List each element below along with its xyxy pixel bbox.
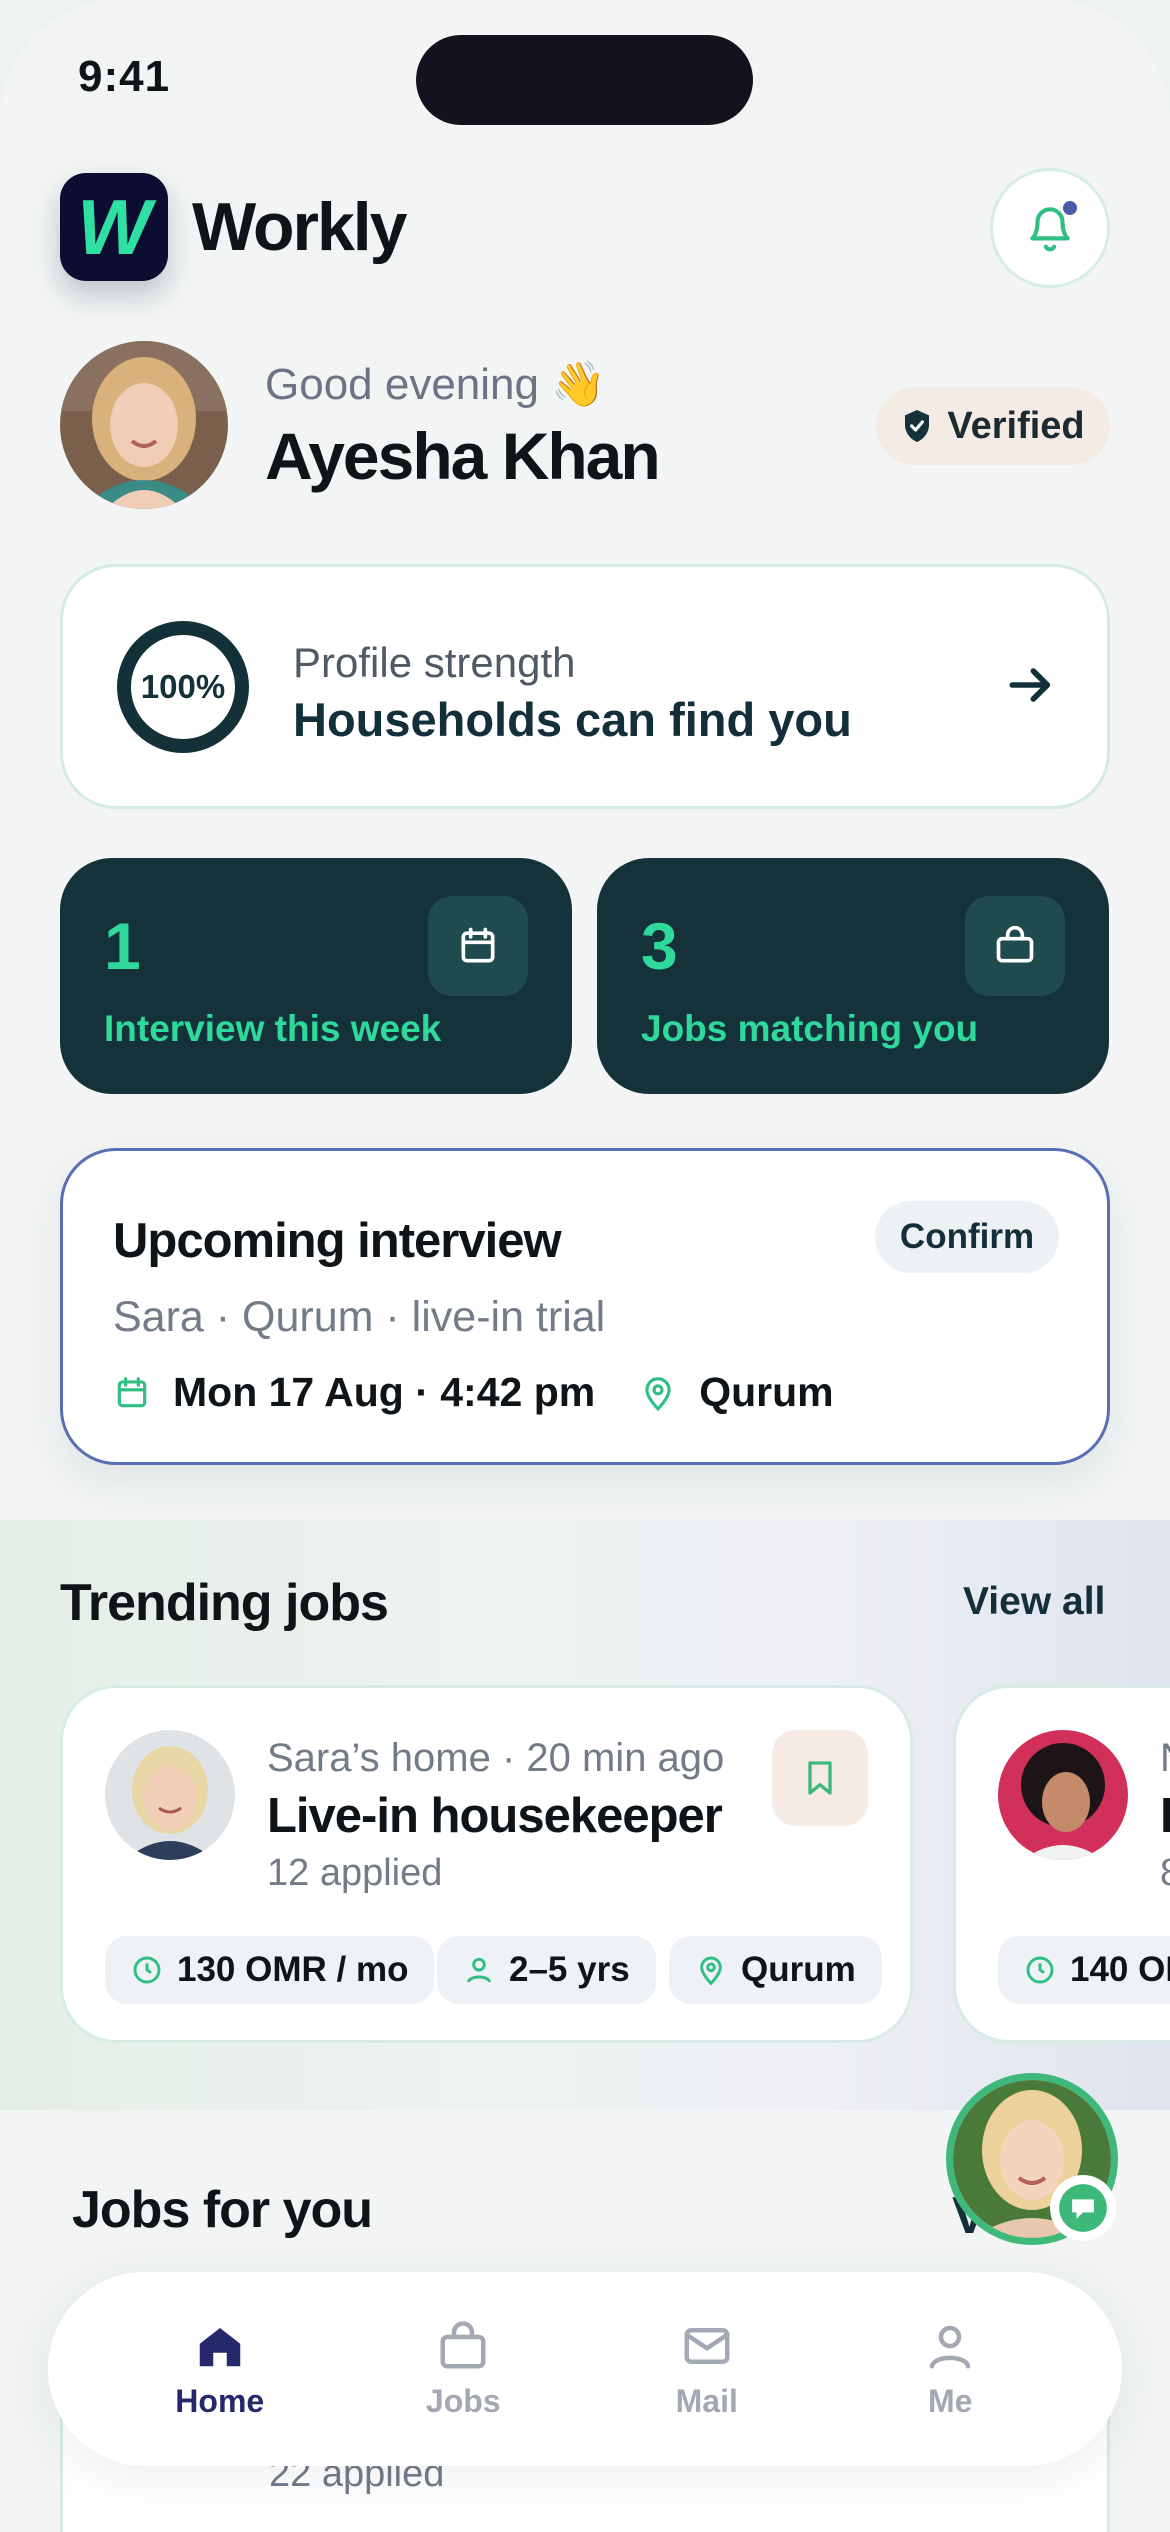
tab-label: Me — [928, 2382, 973, 2419]
employer-avatar — [105, 1730, 235, 1860]
tab-label: Jobs — [425, 2382, 501, 2419]
briefcase-icon — [965, 896, 1065, 996]
tab-label: Mail — [675, 2382, 738, 2419]
phone-screen: 9:41 W Workly Good evening 👋 Ayesha Khan… — [0, 0, 1170, 2532]
arrow-right-icon — [1009, 668, 1051, 702]
home-icon — [199, 2327, 240, 2366]
employer-avatar — [998, 1730, 1128, 1860]
app-name: Workly — [192, 189, 407, 265]
person-icon — [466, 1957, 492, 1983]
status-time: 9:41 — [78, 52, 171, 101]
greeting-text: Good evening 👋 — [265, 360, 606, 409]
jobs-for-you-title: Jobs for you — [72, 2181, 373, 2239]
interview-meta: Mon 17 Aug · 4:42 pm Qurum — [113, 1369, 834, 1416]
briefcase-icon — [440, 2320, 486, 2368]
tab-jobs[interactable]: Jobs — [363, 2319, 563, 2420]
profile-strength-card[interactable]: 100% Profile strength Households can fin… — [60, 564, 1110, 809]
salary-text: 140 OM — [1070, 1950, 1170, 1989]
interview-location: Qurum — [639, 1369, 834, 1416]
interview-datetime-text: Mon 17 Aug · 4:42 pm — [173, 1369, 596, 1415]
location-text: Qurum — [741, 1950, 856, 1989]
trending-title: Trending jobs — [60, 1574, 389, 1632]
clock-icon — [133, 1956, 161, 1984]
user-name: Ayesha Khan — [265, 419, 661, 493]
clock-icon — [1026, 1956, 1054, 1984]
job-title: Live-in housekeeper — [267, 1789, 723, 1843]
stat-card-interviews[interactable]: 1 Interview this week — [60, 858, 572, 1094]
location-pin-icon — [645, 1376, 671, 1411]
shield-check-icon — [905, 410, 930, 442]
job-applied-count: 8 — [1160, 1852, 1170, 1895]
job-card[interactable]: Sara’s home · 20 min ago Live-in houseke… — [60, 1685, 913, 2043]
stat-card-jobs[interactable]: 3 Jobs matching you — [597, 858, 1109, 1094]
job-meta: Sara’s home · 20 min ago — [267, 1736, 725, 1780]
mail-icon — [684, 2327, 730, 2364]
job-meta: N — [1160, 1736, 1170, 1781]
stat-value: 3 — [641, 909, 678, 983]
job-title: L — [1160, 1788, 1170, 1844]
bookmark-button[interactable] — [772, 1730, 868, 1826]
job-card[interactable]: N L 8 140 OM — [953, 1685, 1170, 2043]
tab-me[interactable]: Me — [850, 2319, 1050, 2420]
app-logo: W — [60, 173, 168, 281]
salary-chip: 130 OMR / mo — [105, 1936, 435, 2004]
interview-subtitle: Sara · Qurum · live-in trial — [113, 1293, 606, 1341]
location-chip: Qurum — [669, 1936, 882, 2004]
bookmark-icon — [808, 1761, 832, 1795]
notification-dot — [1063, 201, 1077, 215]
confirm-button[interactable]: Confirm — [875, 1201, 1059, 1273]
verified-badge: Verified — [876, 387, 1110, 465]
person-icon — [930, 2325, 971, 2368]
profile-progress-ring: 100% — [117, 621, 249, 753]
stat-label: Jobs matching you — [641, 1008, 979, 1049]
profile-percent: 100% — [140, 668, 226, 705]
tab-mail[interactable]: Mail — [607, 2319, 807, 2420]
interview-title: Upcoming interview — [113, 1214, 562, 1268]
upcoming-interview-card[interactable]: Upcoming interview Confirm Sara · Qurum … — [60, 1148, 1110, 1465]
profile-strength-label: Profile strength — [293, 639, 576, 686]
calendar-icon — [117, 1376, 147, 1407]
salary-chip: 140 OM — [998, 1936, 1170, 2004]
profile-strength-title: Households can find you — [293, 693, 852, 746]
stat-label: Interview this week — [104, 1008, 442, 1049]
tab-label: Home — [175, 2382, 265, 2419]
chat-bubble-icon — [1059, 2184, 1107, 2232]
experience-text: 2–5 yrs — [509, 1950, 630, 1989]
experience-chip: 2–5 yrs — [437, 1936, 656, 2004]
verified-label: Verified — [947, 404, 1085, 447]
job-applied-count: 12 applied — [267, 1852, 443, 1894]
user-avatar[interactable] — [60, 341, 228, 509]
trending-view-all-link[interactable]: View all — [963, 1580, 1105, 1624]
dynamic-island — [416, 35, 753, 125]
logo-letter: W — [77, 183, 151, 271]
salary-text: 130 OMR / mo — [177, 1950, 409, 1989]
tab-home[interactable]: Home — [120, 2319, 320, 2420]
notifications-button[interactable] — [990, 168, 1110, 288]
bottom-nav: Home Jobs Mail Me — [48, 2272, 1122, 2466]
stat-value: 1 — [104, 909, 141, 983]
calendar-icon — [428, 896, 528, 996]
interview-datetime: Mon 17 Aug · 4:42 pm — [113, 1369, 595, 1416]
location-pin-icon — [700, 1956, 722, 1986]
chat-badge — [1050, 2175, 1116, 2241]
interview-location-text: Qurum — [699, 1369, 834, 1415]
